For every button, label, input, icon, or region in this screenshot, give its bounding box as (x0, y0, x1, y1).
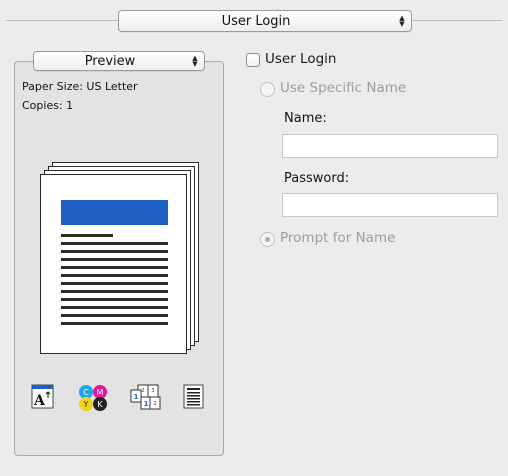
svg-text:3: 3 (151, 388, 154, 394)
settings-section-popup-label: User Login (221, 13, 291, 29)
preview-mode-popup[interactable]: Preview ▲ ▼ (33, 51, 205, 71)
preview-text-line (61, 234, 113, 237)
svg-text:K: K (97, 400, 103, 409)
popup-arrows-icon: ▲ ▼ (192, 54, 198, 68)
preview-text-line (61, 290, 168, 293)
preview-text-line (61, 322, 168, 325)
name-input[interactable] (282, 134, 498, 158)
password-field-label: Password: (284, 171, 350, 186)
user-login-checkbox-label[interactable]: User Login (265, 51, 336, 67)
preview-text-line (61, 298, 168, 301)
orientation-icon[interactable]: A (31, 384, 55, 410)
svg-text:1: 1 (144, 400, 149, 408)
preview-text-line (61, 242, 168, 245)
copies-text: Copies: 1 (22, 99, 74, 112)
use-specific-name-radio[interactable] (260, 82, 275, 97)
color-cmyk-icon[interactable]: C M Y K (76, 384, 116, 411)
preview-text-line (61, 306, 168, 309)
radio-selected-dot (265, 237, 270, 242)
prompt-for-name-label[interactable]: Prompt for Name (280, 230, 395, 246)
name-field-label: Name: (284, 111, 327, 126)
multiple-pages-icon[interactable]: 1 1 2 3 2 (128, 384, 162, 410)
user-login-checkbox[interactable] (246, 53, 260, 67)
svg-text:C: C (83, 388, 89, 397)
svg-text:M: M (97, 388, 104, 397)
preview-mode-popup-label: Preview (84, 53, 136, 69)
svg-text:A: A (33, 393, 46, 409)
preview-text-line (61, 282, 168, 285)
paper-size-text: Paper Size: US Letter (22, 80, 138, 93)
preview-text-line (61, 250, 168, 253)
password-input[interactable] (282, 193, 498, 217)
svg-text:1: 1 (134, 393, 139, 401)
preview-text-line (61, 266, 168, 269)
settings-section-popup[interactable]: User Login ▲ ▼ (118, 10, 412, 32)
preview-page-front (40, 174, 187, 354)
svg-text:2: 2 (141, 388, 144, 394)
popup-arrows-icon: ▲ ▼ (399, 14, 405, 28)
use-specific-name-label[interactable]: Use Specific Name (280, 80, 406, 96)
preview-text-line (61, 314, 168, 317)
preview-text-line (61, 258, 168, 261)
svg-text:2: 2 (153, 401, 156, 407)
preview-header-bar (61, 200, 168, 225)
preview-text-line (61, 274, 168, 277)
page-layout-icon[interactable] (183, 384, 207, 410)
svg-text:Y: Y (83, 400, 89, 409)
prompt-for-name-radio[interactable] (260, 232, 275, 247)
